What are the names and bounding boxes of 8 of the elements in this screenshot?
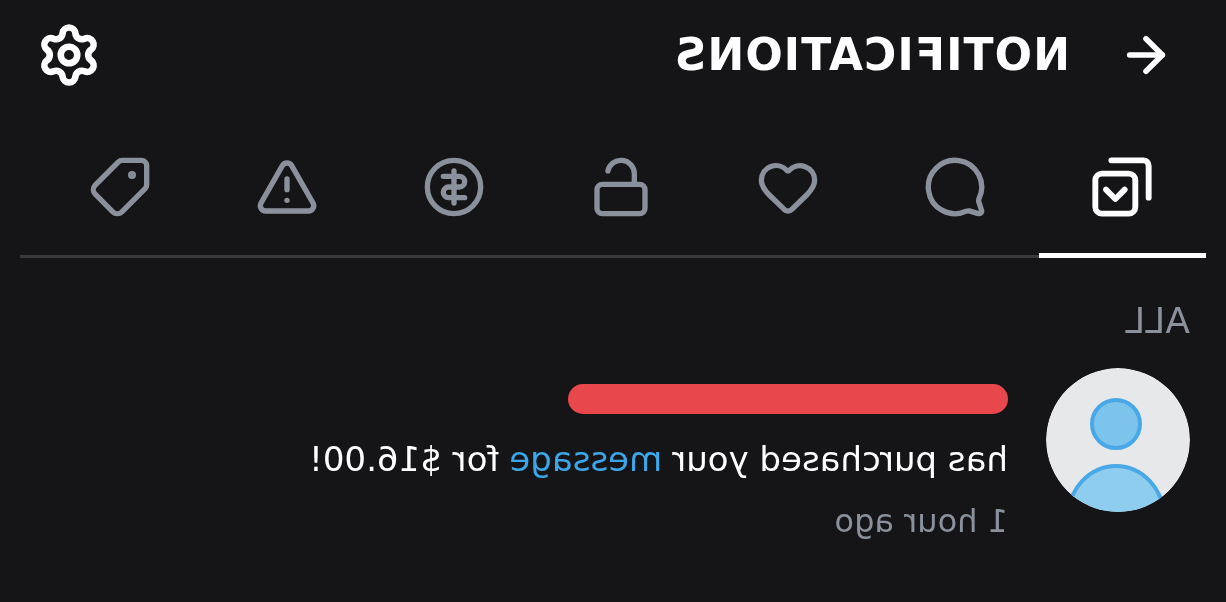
timestamp: 1 hour ago bbox=[833, 501, 1008, 542]
notification-text: has purchased your bbox=[672, 438, 1008, 481]
page-title: NOTIFICATIONS bbox=[673, 28, 1070, 82]
stacked-squares-icon bbox=[1090, 154, 1155, 219]
avatar-icon bbox=[1046, 368, 1190, 512]
purchase-amount-text: for $16.00! bbox=[309, 438, 500, 481]
message-link[interactable]: message bbox=[509, 434, 663, 485]
section-label: ALL bbox=[1125, 300, 1190, 341]
